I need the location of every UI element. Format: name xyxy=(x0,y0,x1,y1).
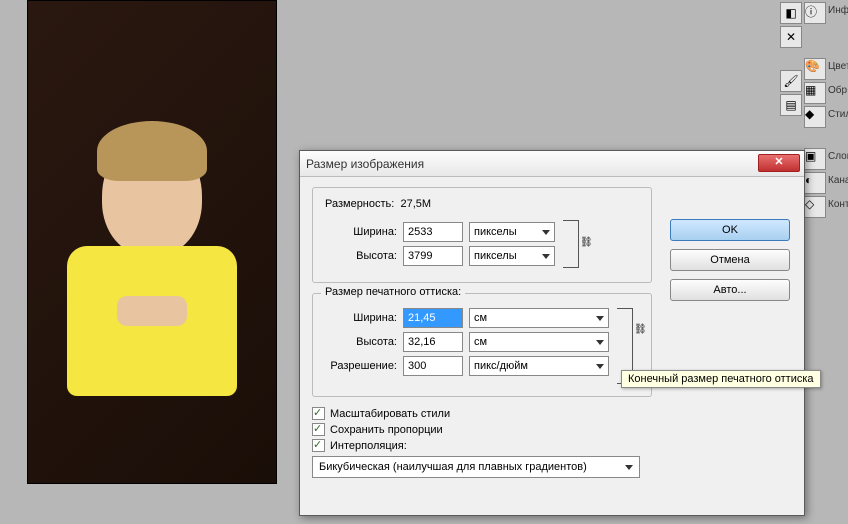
pixel-height-unit-select[interactable]: пикселы xyxy=(469,246,555,266)
photo-document[interactable] xyxy=(27,0,277,484)
navigator-icon[interactable]: ◧ xyxy=(780,2,802,24)
resolution-input[interactable] xyxy=(403,356,463,376)
resample-row[interactable]: Интерполяция: xyxy=(312,439,792,452)
subject-hands xyxy=(117,296,187,326)
doc-size-legend: Размер печатного оттиска: xyxy=(321,286,465,298)
styles-icon[interactable]: ◆ xyxy=(804,106,826,128)
panel-column-tools: ◧ ✕ 🖌 ▤ xyxy=(780,0,804,118)
dialog-title: Размер изображения xyxy=(306,157,424,171)
layers-icon[interactable]: ▣ xyxy=(804,148,826,170)
swatches-icon[interactable]: ▦ xyxy=(804,82,826,104)
panel-paths-label[interactable]: Конт xyxy=(828,199,848,210)
paths-icon[interactable]: ◇ xyxy=(804,196,826,218)
resample-checkbox[interactable] xyxy=(312,439,325,452)
panel-column-labels: ⓘ Инф 🎨 Цвет ▦ Обр ◆ Стил ▣ Слои ◐ Кана … xyxy=(804,0,848,218)
document-size-fieldset: Размер печатного оттиска: Ширина: см Выс… xyxy=(312,293,652,397)
constrain-checkbox[interactable] xyxy=(312,423,325,436)
palette-icon[interactable]: 🎨 xyxy=(804,58,826,80)
panel-info-label[interactable]: Инф xyxy=(828,5,848,16)
brush-icon[interactable]: 🖌 xyxy=(780,70,802,92)
doc-height-label: Высота: xyxy=(325,336,403,348)
doc-width-unit-select[interactable]: см xyxy=(469,308,609,328)
constrain-row[interactable]: Сохранить пропорции xyxy=(312,423,792,436)
subject-hair xyxy=(97,121,207,181)
pixel-width-unit-select[interactable]: пикселы xyxy=(469,222,555,242)
photo-subject xyxy=(62,136,242,396)
link-icon[interactable]: ⛓ xyxy=(580,237,592,251)
resample-label: Интерполяция: xyxy=(330,440,407,452)
auto-button[interactable]: Авто... xyxy=(670,279,790,301)
scale-styles-label: Масштабировать стили xyxy=(330,408,450,420)
scale-styles-row[interactable]: Масштабировать стили xyxy=(312,407,792,420)
resolution-unit-select[interactable]: пикс/дюйм xyxy=(469,356,609,376)
panel-color-label[interactable]: Цвет xyxy=(828,61,848,72)
ok-button[interactable]: OK xyxy=(670,219,790,241)
resolution-label: Разрешение: xyxy=(325,360,403,372)
scale-styles-checkbox[interactable] xyxy=(312,407,325,420)
dialog-titlebar[interactable]: Размер изображения xyxy=(300,151,804,177)
subject-head xyxy=(102,136,202,256)
doc-height-input[interactable] xyxy=(403,332,463,352)
doc-width-input[interactable] xyxy=(403,308,463,328)
close-icon[interactable] xyxy=(758,154,800,172)
link-icon[interactable]: ⛓ xyxy=(634,324,646,338)
image-size-dialog: Размер изображения Размерность: 27,5M Ши… xyxy=(299,150,805,516)
width-label: Ширина: xyxy=(325,226,403,238)
clone-icon[interactable]: ▤ xyxy=(780,94,802,116)
pixel-dimensions-fieldset: Размерность: 27,5M Ширина: пикселы Высот… xyxy=(312,187,652,283)
tooltip: Конечный размер печатного оттиска xyxy=(621,370,821,388)
height-label: Высота: xyxy=(325,250,403,262)
dialog-body: Размерность: 27,5M Ширина: пикселы Высот… xyxy=(300,177,804,488)
channels-icon[interactable]: ◐ xyxy=(804,172,826,194)
subject-torso xyxy=(67,246,237,396)
panel-samples-label[interactable]: Обр xyxy=(828,85,847,96)
interpolation-select[interactable]: Бикубическая (наилучшая для плавных град… xyxy=(312,456,640,478)
panel-layers-label[interactable]: Слои xyxy=(828,151,848,162)
pixel-dim-size: 27,5M xyxy=(400,198,431,210)
panel-channels-label[interactable]: Кана xyxy=(828,175,848,186)
options-icon[interactable]: ✕ xyxy=(780,26,802,48)
doc-height-unit-select[interactable]: см xyxy=(469,332,609,352)
panel-styles-label[interactable]: Стил xyxy=(828,109,848,120)
pixel-height-input[interactable] xyxy=(403,246,463,266)
info-icon[interactable]: ⓘ xyxy=(804,2,826,24)
pixel-dim-legend: Размерность: xyxy=(325,198,394,210)
pixel-link-bracket: ⛓ xyxy=(563,220,579,268)
cancel-button[interactable]: Отмена xyxy=(670,249,790,271)
constrain-label: Сохранить пропорции xyxy=(330,424,443,436)
doc-width-label: Ширина: xyxy=(325,312,403,324)
dialog-buttons: OK Отмена Авто... xyxy=(670,219,790,309)
pixel-width-input[interactable] xyxy=(403,222,463,242)
